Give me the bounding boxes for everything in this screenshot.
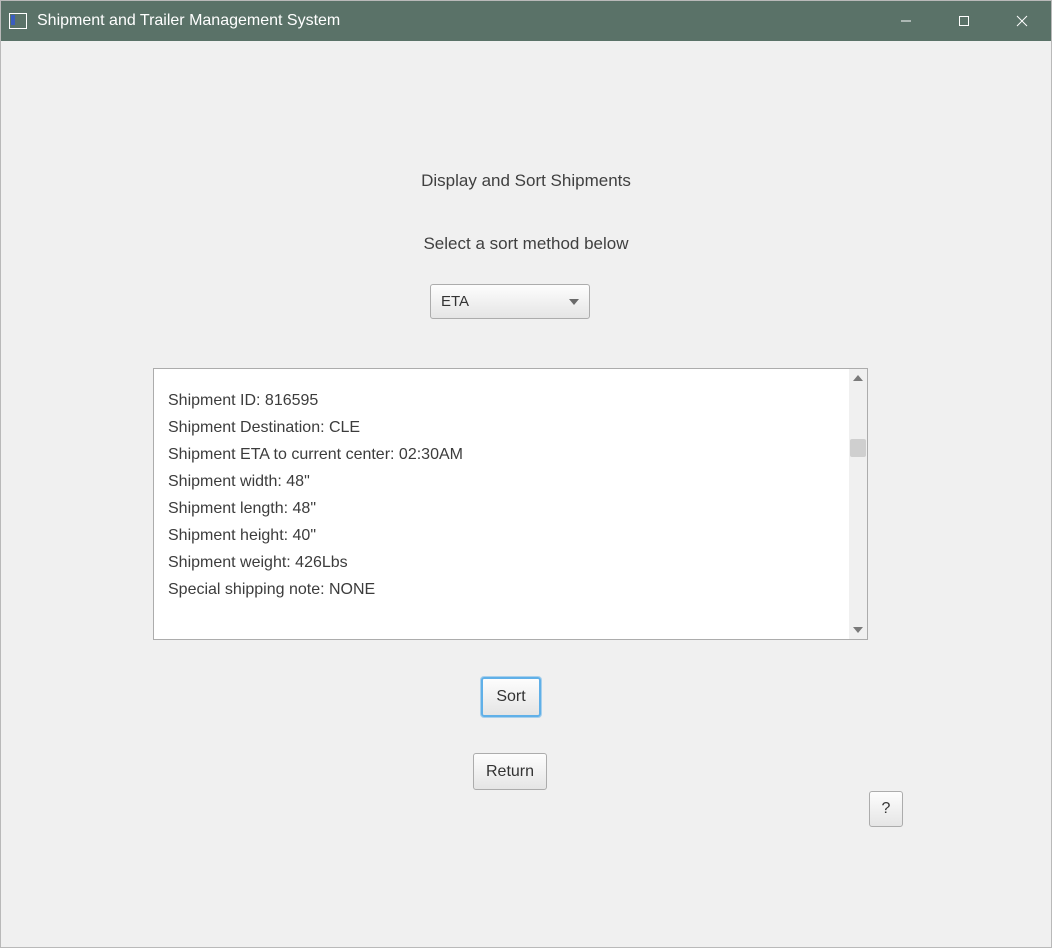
shipment-line: Shipment Destination: CLE bbox=[168, 414, 861, 441]
close-button[interactable] bbox=[993, 1, 1051, 41]
shipment-line: Shipment ETA to current center: 02:30AM bbox=[168, 441, 861, 468]
shipment-details-textarea[interactable]: Shipment ID: 816595 Shipment Destination… bbox=[153, 368, 868, 640]
scroll-up-arrow-icon[interactable] bbox=[849, 369, 867, 387]
shipment-line: Shipment height: 40" bbox=[168, 522, 861, 549]
title-bar[interactable]: Shipment and Trailer Management System bbox=[1, 1, 1051, 41]
shipment-line: Shipment width: 48" bbox=[168, 468, 861, 495]
shipment-details-text: Shipment ID: 816595 Shipment Destination… bbox=[154, 369, 867, 639]
vertical-scrollbar[interactable] bbox=[849, 369, 867, 639]
sort-button[interactable]: Sort bbox=[481, 677, 541, 717]
window-title: Shipment and Trailer Management System bbox=[37, 12, 877, 30]
page-heading: Display and Sort Shipments bbox=[1, 171, 1051, 191]
app-window: Shipment and Trailer Management System D… bbox=[0, 0, 1052, 948]
help-button[interactable]: ? bbox=[869, 791, 903, 827]
scrollbar-thumb[interactable] bbox=[850, 439, 866, 457]
shipment-line: Shipment length: 48" bbox=[168, 495, 861, 522]
maximize-button[interactable] bbox=[935, 1, 993, 41]
sort-button-label: Sort bbox=[496, 688, 525, 706]
minimize-button[interactable] bbox=[877, 1, 935, 41]
return-button-label: Return bbox=[486, 763, 534, 781]
chevron-down-icon bbox=[569, 299, 579, 305]
scroll-down-arrow-icon[interactable] bbox=[849, 621, 867, 639]
shipment-line: Shipment weight: 426Lbs bbox=[168, 549, 861, 576]
shipment-line: Special shipping note: NONE bbox=[168, 576, 861, 603]
app-icon bbox=[9, 13, 27, 29]
shipment-line: Shipment ID: 816595 bbox=[168, 387, 861, 414]
return-button[interactable]: Return bbox=[473, 753, 547, 790]
page-subheading: Select a sort method below bbox=[1, 234, 1051, 254]
sort-method-value: ETA bbox=[441, 293, 469, 310]
help-button-label: ? bbox=[882, 800, 891, 818]
sort-method-combobox[interactable]: ETA bbox=[430, 284, 590, 319]
client-area: Display and Sort Shipments Select a sort… bbox=[1, 41, 1051, 947]
window-controls bbox=[877, 1, 1051, 41]
